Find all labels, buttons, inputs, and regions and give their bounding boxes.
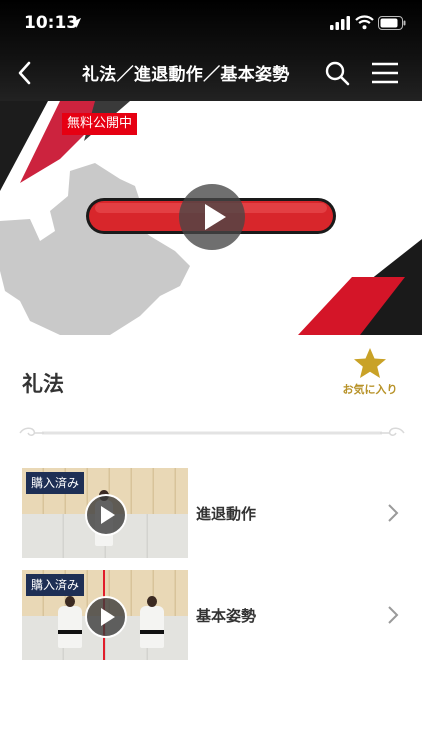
- lesson-title: 基本姿勢: [196, 607, 257, 625]
- chevron-right-icon: [388, 504, 399, 522]
- purchased-badge: 購入済み: [26, 574, 85, 596]
- play-icon: [101, 506, 115, 524]
- free-preview-badge: 無料公開中: [62, 113, 138, 135]
- play-icon: [205, 204, 226, 230]
- video-player[interactable]: 無料公開中: [0, 101, 422, 335]
- favorite-button[interactable]: お気に入り: [336, 347, 404, 407]
- section-header: 礼法 お気に入り: [0, 335, 422, 415]
- battery-icon: [378, 16, 406, 30]
- wifi-icon: [355, 15, 374, 30]
- status-bar: 10:13: [0, 0, 422, 46]
- lesson-thumbnail[interactable]: 購入済み: [22, 570, 188, 660]
- purchased-badge: 購入済み: [26, 472, 85, 494]
- location-arrow-icon: [71, 18, 81, 28]
- chevron-right-icon: [388, 606, 399, 624]
- cellular-signal-icon: [330, 16, 350, 30]
- lesson-item-kihon-shisei[interactable]: 購入済み 基本姿勢: [0, 570, 422, 662]
- back-chevron-icon[interactable]: [10, 56, 40, 90]
- lesson-title: 進退動作: [196, 505, 257, 523]
- search-icon[interactable]: [322, 58, 352, 88]
- play-icon: [101, 608, 115, 626]
- star-icon: [354, 348, 386, 378]
- app-header: 10:13 礼法／進退動作／基本姿勢: [0, 0, 422, 101]
- favorite-label: お気に入り: [342, 383, 398, 396]
- page-title: 礼法／進退動作／基本姿勢: [82, 65, 290, 85]
- section-title: 礼法: [22, 372, 64, 396]
- play-button[interactable]: [179, 184, 245, 250]
- lesson-play-button[interactable]: [85, 596, 127, 638]
- lesson-item-shintai-dosa[interactable]: 購入済み 進退動作: [0, 468, 422, 560]
- lesson-thumbnail[interactable]: 購入済み: [22, 468, 188, 558]
- navigation-bar: 礼法／進退動作／基本姿勢: [0, 46, 422, 101]
- judoka-figure: [58, 606, 82, 648]
- hamburger-menu-icon[interactable]: [368, 58, 402, 88]
- lesson-play-button[interactable]: [85, 494, 127, 536]
- judoka-figure: [140, 606, 164, 648]
- ornamental-divider: [19, 427, 405, 436]
